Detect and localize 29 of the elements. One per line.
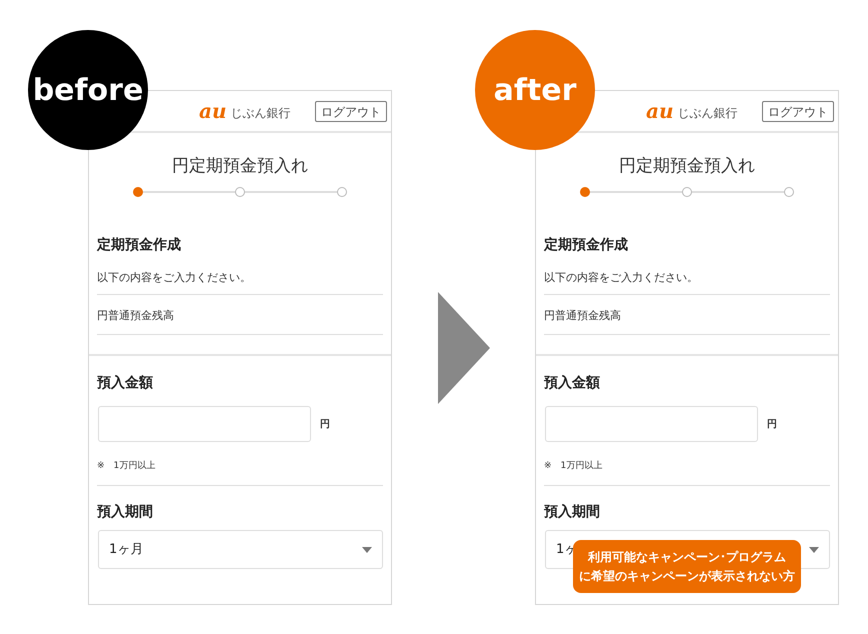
amount-label: 預入金額 <box>97 374 154 392</box>
caret-icon <box>362 546 372 552</box>
tooltip: 利用可能なキャンペーン･プログラム に希望のキャンペーンが表示されない方 <box>573 540 801 593</box>
arrow-icon <box>438 292 490 404</box>
bank-logo: au じぶん銀行 <box>199 101 290 121</box>
page-title: 円定期預金預入れ <box>618 155 756 177</box>
period-label: 預入期間 <box>97 503 154 521</box>
page-title: 円定期預金預入れ <box>171 155 309 177</box>
caret-icon <box>809 546 819 552</box>
balance-label: 円普通預金残高 <box>544 295 830 335</box>
period-label: 預入期間 <box>544 503 601 521</box>
period-select[interactable]: 1ヶ月 <box>98 530 383 569</box>
bank-logo: au じぶん銀行 <box>646 101 738 121</box>
amount-note: ※ 1万円以上 <box>97 460 156 472</box>
instruction-text: 以下の内容をご入力ください。 <box>544 271 830 295</box>
badge: before <box>28 30 148 150</box>
logout-button[interactable]: ログアウト <box>315 101 387 122</box>
section-heading: 定期預金作成 <box>544 236 629 254</box>
balance-label: 円普通預金残高 <box>97 295 383 335</box>
logout-button[interactable]: ログアウト <box>762 101 834 122</box>
instruction-text: 以下の内容をご入力ください。 <box>97 271 383 295</box>
unit-label: 円 <box>767 418 777 432</box>
unit-label: 円 <box>320 418 330 432</box>
badge: after <box>475 30 595 150</box>
amount-label: 預入金額 <box>544 374 601 392</box>
section-heading: 定期預金作成 <box>97 236 182 254</box>
amount-field[interactable] <box>545 406 758 442</box>
amount-field[interactable] <box>98 406 311 442</box>
amount-note: ※ 1万円以上 <box>544 460 604 472</box>
